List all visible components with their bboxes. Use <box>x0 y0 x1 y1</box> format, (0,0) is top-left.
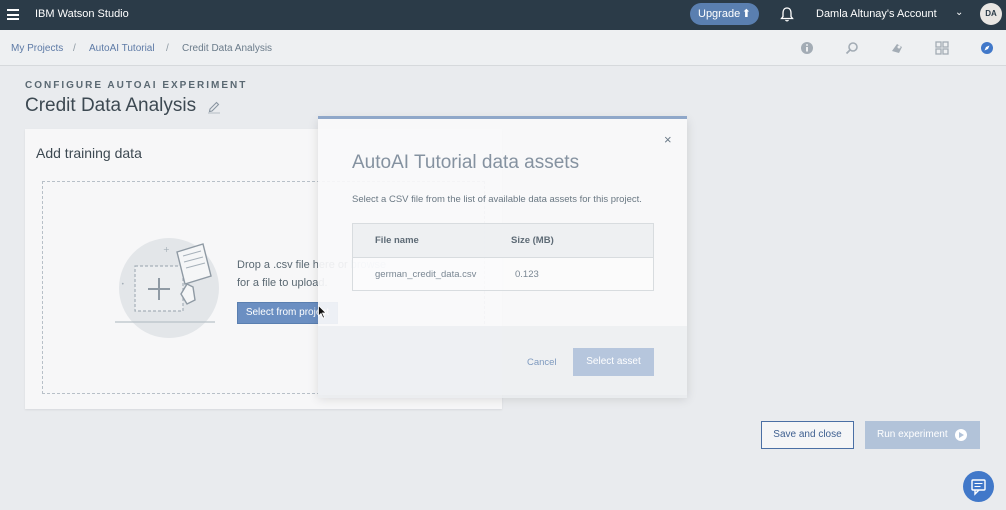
drop-text-suffix: for a file to upload. <box>237 277 328 289</box>
chat-button[interactable] <box>963 471 994 502</box>
svg-text:+: + <box>163 245 170 254</box>
chat-icon <box>971 479 986 496</box>
modal-title: AutoAI Tutorial data assets <box>352 152 580 173</box>
compass-icon[interactable] <box>980 41 994 55</box>
cell-file-name: german_credit_data.csv <box>375 269 477 280</box>
assets-icon[interactable] <box>890 41 904 55</box>
save-and-close-button[interactable]: Save and close <box>761 421 854 449</box>
assets-table: File name Size (MB) german_credit_data.c… <box>352 223 654 291</box>
table-row[interactable]: german_credit_data.csv 0.123 <box>353 258 653 290</box>
grid-icon[interactable] <box>935 41 949 55</box>
mouse-cursor-icon <box>318 305 327 319</box>
chevron-down-icon[interactable]: ⌄ <box>955 7 963 18</box>
edit-icon[interactable] <box>207 100 221 114</box>
cancel-button[interactable]: Cancel <box>527 357 557 368</box>
page-title: Credit Data Analysis <box>25 95 197 116</box>
notification-icon[interactable] <box>780 7 794 22</box>
breadcrumb-autoai-tutorial[interactable]: AutoAI Tutorial <box>89 43 155 54</box>
column-header-file-name[interactable]: File name <box>375 235 419 246</box>
run-experiment-label: Run experiment <box>877 429 948 440</box>
svg-text:•: • <box>121 281 125 288</box>
panel-title: Add training data <box>36 145 142 161</box>
run-experiment-button[interactable]: Run experiment <box>865 421 980 449</box>
data-assets-modal: × AutoAI Tutorial data assets Select a C… <box>318 116 687 398</box>
modal-footer: Cancel Select asset <box>318 326 687 398</box>
column-header-size[interactable]: Size (MB) <box>511 235 554 246</box>
upgrade-button[interactable]: Upgrade ⬆ <box>690 3 759 25</box>
avatar[interactable]: DA <box>980 3 1002 25</box>
breadcrumb-separator: / <box>166 43 169 54</box>
cell-size: 0.123 <box>515 269 539 280</box>
select-asset-button[interactable]: Select asset <box>573 348 654 376</box>
page-eyebrow: CONFIGURE AUTOAI EXPERIMENT <box>25 80 248 91</box>
arrow-up-icon: ⬆ <box>741 8 751 20</box>
app-title[interactable]: IBM Watson Studio <box>35 8 129 20</box>
upload-illustration: + • <box>115 238 219 338</box>
breadcrumb-my-projects[interactable]: My Projects <box>11 43 63 54</box>
top-bar: IBM Watson Studio Upgrade ⬆ Damla Altuna… <box>0 0 1006 30</box>
modal-description: Select a CSV file from the list of avail… <box>352 194 642 205</box>
play-icon <box>955 429 967 441</box>
breadcrumb-current: Credit Data Analysis <box>182 43 273 54</box>
table-header: File name Size (MB) <box>353 224 653 258</box>
find-data-icon[interactable] <box>845 41 859 55</box>
close-icon[interactable]: × <box>664 132 672 147</box>
breadcrumb-separator: / <box>73 43 76 54</box>
info-icon[interactable] <box>800 41 814 55</box>
breadcrumb-bar: My Projects / AutoAI Tutorial / Credit D… <box>0 30 1006 66</box>
upgrade-label: Upgrade <box>698 8 741 20</box>
menu-icon[interactable] <box>7 9 19 20</box>
account-switcher[interactable]: Damla Altunay's Account <box>816 8 937 20</box>
